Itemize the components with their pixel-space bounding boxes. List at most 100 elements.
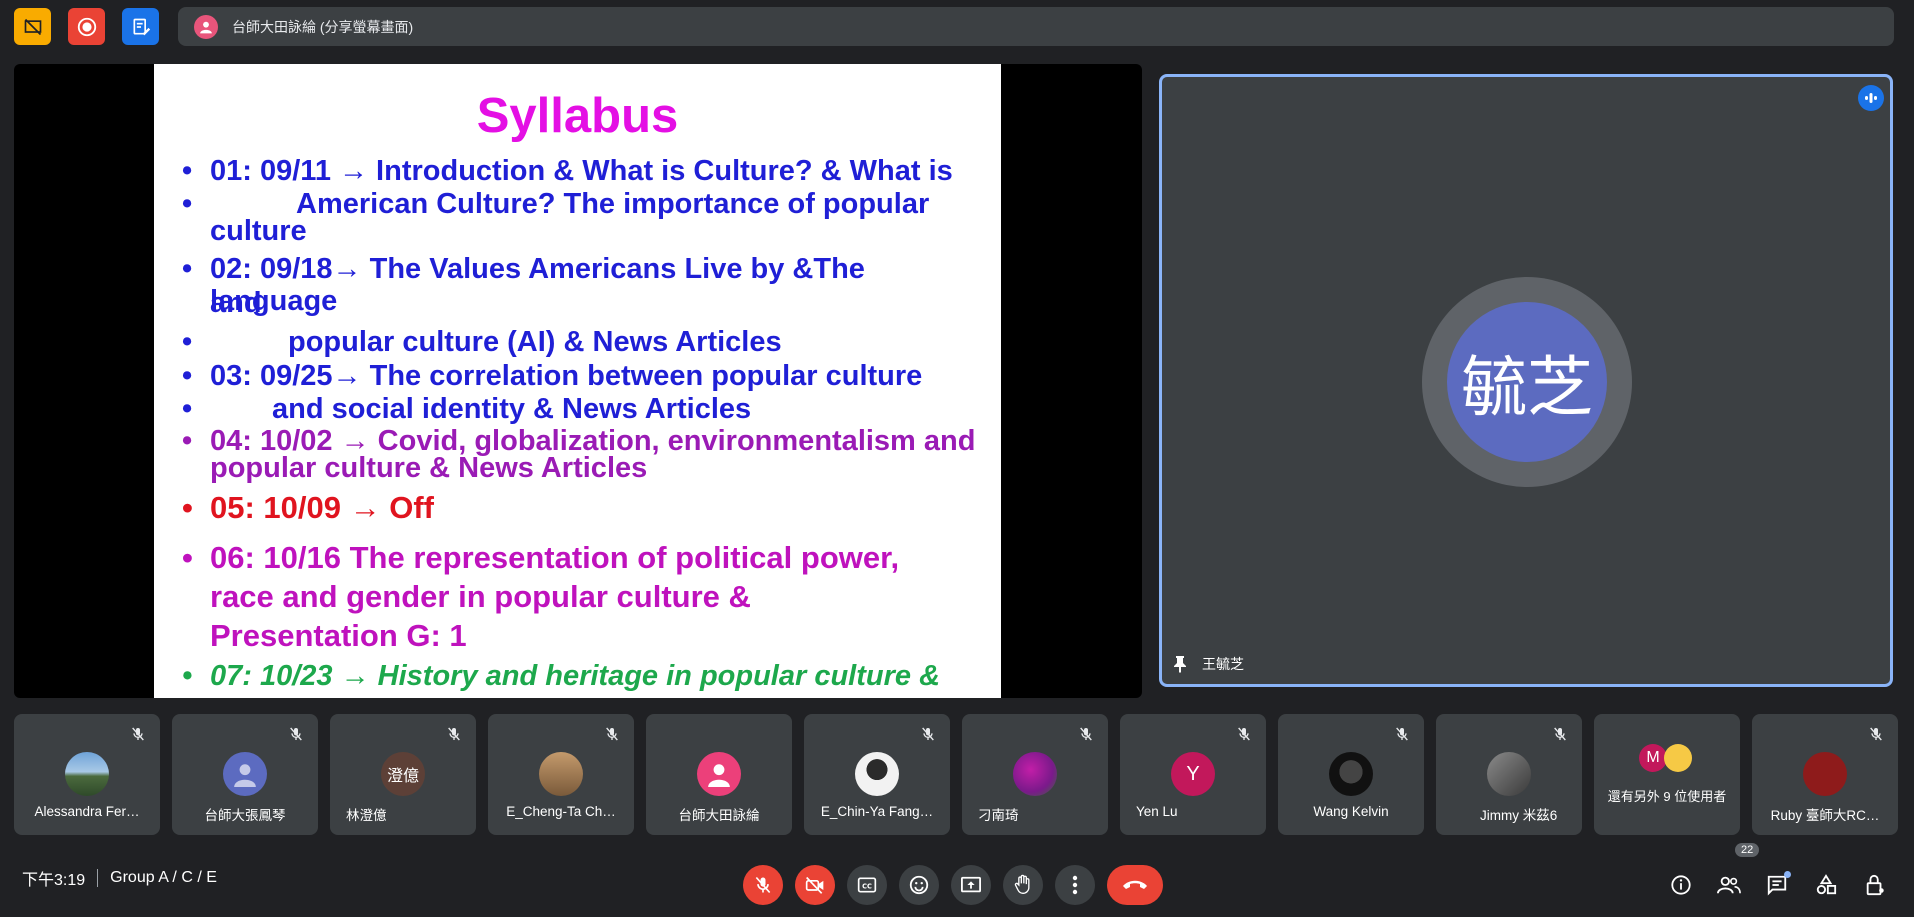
raise-hand-button[interactable] xyxy=(1003,865,1043,905)
captions-button[interactable]: CC xyxy=(847,865,887,905)
mic-off-icon xyxy=(604,726,620,747)
participant-tile[interactable]: 刁南琦 xyxy=(962,714,1108,835)
present-off-icon xyxy=(24,18,41,35)
participant-name: Jimmy 米茲6 xyxy=(1480,808,1558,823)
person-icon xyxy=(200,21,212,33)
mic-off-icon xyxy=(1868,726,1884,747)
participant-tile[interactable]: Ruby 臺師大RC… xyxy=(1752,714,1898,835)
avatar xyxy=(223,752,267,796)
presentation-stage[interactable]: Syllabus • 01: 09/11 → Introduction & Wha… xyxy=(14,64,1142,698)
others-label: 還有另外 9 位使用者 xyxy=(1607,789,1727,804)
control-bar: 下午3:19 Group A / C / E CC xyxy=(0,850,1914,917)
participant-name: Yen Lu xyxy=(1136,804,1178,819)
present-screen-icon xyxy=(961,876,981,893)
avatar xyxy=(1329,752,1373,796)
presenter-label: 台師大田詠綸 (分享螢幕畫面) xyxy=(232,18,414,35)
mic-off-icon xyxy=(920,726,936,747)
mic-off-icon xyxy=(755,876,771,894)
mic-off-icon xyxy=(1394,726,1410,747)
avatar xyxy=(1487,752,1531,796)
slide-title: Syllabus xyxy=(476,89,679,143)
slide-line: • 05: 10/09 → Off xyxy=(182,490,434,525)
participant-name: Wang Kelvin xyxy=(1313,804,1389,819)
meeting-info: 下午3:19 Group A / C / E xyxy=(22,866,217,890)
people-button[interactable] xyxy=(1709,865,1749,905)
slide-line: • and social identity & News Articles xyxy=(182,393,752,425)
info-icon xyxy=(1671,875,1691,895)
leave-call-button[interactable] xyxy=(1107,865,1163,905)
meeting-name: Group A / C / E xyxy=(110,869,217,886)
participant-tile[interactable]: 台師大張鳳琴 xyxy=(172,714,318,835)
host-controls-button[interactable] xyxy=(1855,865,1895,905)
more-vertical-icon xyxy=(1072,875,1078,895)
slide-line: • 06: 10/16 The representation of politic… xyxy=(182,540,900,575)
participant-tile[interactable]: E_Chin-Ya Fang… xyxy=(804,714,950,835)
slide-line: culture xyxy=(210,215,307,247)
avatar: 澄億 xyxy=(381,752,425,796)
divider xyxy=(97,869,99,887)
participant-name: 林澄億 xyxy=(346,808,387,823)
participant-name: Ruby 臺師大RC… xyxy=(1770,808,1880,823)
mic-off-icon xyxy=(446,726,462,747)
mic-off-icon xyxy=(1552,726,1568,747)
participant-tile[interactable]: Y Yen Lu xyxy=(1120,714,1266,835)
hand-icon xyxy=(1014,874,1030,895)
microphone-toggle-button[interactable] xyxy=(743,865,783,905)
participant-tile[interactable]: Alessandra Fer… xyxy=(14,714,160,835)
participant-name: 台師大張鳳琴 xyxy=(204,808,286,823)
record-icon xyxy=(77,17,96,36)
spotlight-participant-tile[interactable]: 毓芝 王毓芝 xyxy=(1159,74,1893,687)
hang-up-icon xyxy=(1123,880,1147,889)
presenting-banner: 台師大田詠綸 (分享螢幕畫面) xyxy=(178,7,1894,46)
top-bar: 台師大田詠綸 (分享螢幕畫面) xyxy=(0,0,1914,52)
avatar xyxy=(855,752,899,796)
mic-off-icon xyxy=(1078,726,1094,747)
activities-button[interactable] xyxy=(1806,865,1846,905)
present-now-button[interactable] xyxy=(951,865,991,905)
person-icon xyxy=(708,764,730,787)
camera-off-icon xyxy=(805,876,824,894)
captions-icon: CC xyxy=(857,877,877,893)
participant-name: 刁南琦 xyxy=(978,808,1019,823)
avatar: Y xyxy=(1171,752,1215,796)
avatar xyxy=(1664,744,1692,772)
lock-person-icon xyxy=(1866,874,1884,896)
meeting-details-button[interactable] xyxy=(1661,865,1701,905)
shapes-icon xyxy=(1816,874,1837,895)
mic-off-icon xyxy=(288,726,304,747)
svg-text:CC: CC xyxy=(862,882,872,890)
spotlight-name-label: 王毓芝 xyxy=(1172,654,1244,674)
audio-level-icon xyxy=(1865,93,1877,103)
recording-button[interactable] xyxy=(68,8,105,45)
participant-tile[interactable]: E_Cheng-Ta Ch… xyxy=(488,714,634,835)
participant-name: 台師大田詠綸 xyxy=(678,808,760,823)
participant-name: E_Cheng-Ta Ch… xyxy=(506,804,616,819)
mic-off-icon xyxy=(1236,726,1252,747)
slide-line: popular culture & News Articles xyxy=(210,452,648,484)
participant-tile[interactable]: 台師大田詠綸 xyxy=(646,714,792,835)
reactions-button[interactable] xyxy=(899,865,939,905)
slide-line: Presentation G: 1 xyxy=(210,618,467,653)
unread-dot xyxy=(1784,871,1791,878)
slide-line: • 01: 09/11 → Introduction & What is Cult… xyxy=(182,155,953,187)
avatar: 毓芝 xyxy=(1447,302,1607,462)
speaking-indicator xyxy=(1858,85,1884,111)
notes-button[interactable] xyxy=(122,8,159,45)
avatar xyxy=(1013,752,1057,796)
participant-tile[interactable]: 澄億 林澄億 xyxy=(330,714,476,835)
stop-presenting-button[interactable] xyxy=(14,8,51,45)
people-icon xyxy=(1717,876,1741,894)
more-options-button[interactable] xyxy=(1055,865,1095,905)
chat-button[interactable] xyxy=(1757,865,1797,905)
camera-toggle-button[interactable] xyxy=(795,865,835,905)
participant-name: Alessandra Fer… xyxy=(34,804,140,819)
participant-tile[interactable]: Wang Kelvin xyxy=(1278,714,1424,835)
emoji-icon xyxy=(909,875,929,895)
participant-tile[interactable]: Jimmy 米茲6 xyxy=(1436,714,1582,835)
others-tile[interactable]: M 還有另外 9 位使用者 xyxy=(1594,714,1740,835)
person-icon xyxy=(234,764,256,787)
notes-edit-icon xyxy=(133,18,150,35)
slide-line: • 03: 09/25→ The correlation between popu… xyxy=(182,360,923,392)
avatar xyxy=(697,752,741,796)
participant-name: E_Chin-Ya Fang… xyxy=(820,804,934,819)
